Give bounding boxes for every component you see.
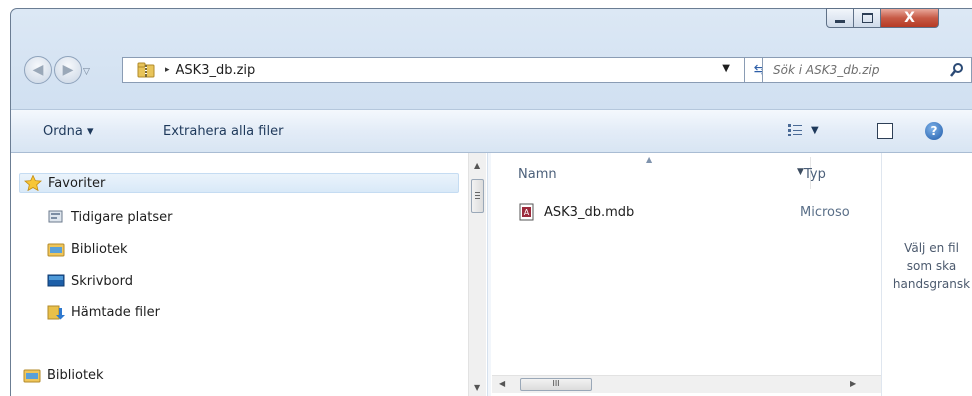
- nav-scroll-thumb[interactable]: [471, 179, 484, 213]
- nav-item-recent-places[interactable]: Tidigare platser: [47, 207, 172, 227]
- desktop-icon: [47, 274, 65, 287]
- navigation-pane: Favoriter Tidigare platser Bibliotek Skr…: [11, 153, 466, 396]
- forward-button[interactable]: ▶: [54, 56, 82, 84]
- address-path[interactable]: ASK3_db.zip: [176, 63, 256, 78]
- sort-ascending-icon: ▲: [646, 155, 653, 164]
- column-filter-dropdown-icon[interactable]: ▼: [797, 167, 804, 177]
- preview-pane: Välj en fil som ska handsgransk: [882, 153, 972, 396]
- caption-buttons: X: [826, 8, 939, 30]
- scroll-grip: III: [552, 379, 560, 388]
- recent-places-icon: [48, 210, 63, 223]
- nav-item-label: Skrivbord: [71, 273, 134, 289]
- scroll-right-icon[interactable]: ▶: [850, 379, 856, 388]
- view-dropdown-icon: ▼: [811, 124, 819, 136]
- maximize-button[interactable]: [854, 8, 881, 28]
- search-icon[interactable]: [949, 62, 965, 78]
- hscroll-thumb[interactable]: III: [520, 378, 592, 391]
- search-box[interactable]: [762, 57, 972, 83]
- nav-favorites[interactable]: Favoriter: [19, 173, 459, 193]
- preview-line-3: handsgransk: [892, 277, 971, 291]
- explorer-window: X ◀ ▶ ▽ ▸ ASK3_db.zip ▼ ⇆ Ordna ▾ Extrah…: [0, 0, 972, 396]
- star-icon: [24, 175, 42, 191]
- file-type: Microso: [800, 205, 850, 220]
- close-icon: X: [904, 10, 915, 26]
- maximize-icon: [861, 13, 873, 23]
- address-bar[interactable]: ▸ ASK3_db.zip ▼: [122, 57, 745, 83]
- preview-line-1: Välj en fil: [904, 241, 959, 255]
- forward-arrow-icon: ▶: [62, 62, 74, 78]
- preview-line-2: som ska: [906, 259, 957, 273]
- nav-item-label: Tidigare platser: [71, 209, 173, 225]
- downloads-icon: [47, 305, 65, 320]
- svg-text:A: A: [524, 208, 530, 217]
- nav-scrollbar[interactable]: ▲ ▼: [468, 153, 486, 396]
- file-name: ASK3_db.mdb: [544, 204, 635, 220]
- back-button[interactable]: ◀: [24, 56, 52, 84]
- scroll-up-icon[interactable]: ▲: [474, 161, 480, 170]
- recent-pages-dropdown-icon[interactable]: ▽: [83, 67, 90, 77]
- nav-item-libraries[interactable]: Bibliotek: [47, 239, 128, 259]
- nav-libraries-root[interactable]: Bibliotek: [23, 365, 104, 385]
- view-options-button[interactable]: ▼: [787, 123, 819, 137]
- library-icon: [47, 243, 65, 257]
- nav-item-downloads[interactable]: Hämtade filer: [47, 302, 160, 322]
- zip-folder-icon: [137, 62, 155, 78]
- command-bar: Ordna ▾ Extrahera alla filer ▼ ?: [11, 109, 972, 153]
- library-icon: [23, 369, 41, 383]
- view-details-icon: [788, 124, 802, 136]
- scroll-left-icon[interactable]: ◀: [499, 379, 505, 388]
- file-row[interactable]: A ASK3_db.mdb: [518, 203, 634, 221]
- column-header-type[interactable]: Typ: [804, 167, 826, 205]
- file-list: Namn ▲ ▼ Typ A ASK3_db.mdb Microso: [492, 153, 881, 396]
- breadcrumb-separator-icon[interactable]: ▸: [165, 65, 170, 75]
- nav-item-desktop[interactable]: Skrivbord: [47, 271, 133, 291]
- extract-all-button[interactable]: Extrahera alla filer: [163, 124, 283, 139]
- help-button[interactable]: ?: [925, 122, 943, 140]
- search-input[interactable]: [771, 62, 935, 78]
- content-area: Favoriter Tidigare platser Bibliotek Skr…: [11, 153, 972, 396]
- scroll-down-icon[interactable]: ▼: [474, 383, 480, 392]
- nav-favorites-label: Favoriter: [48, 175, 106, 191]
- minimize-icon: [835, 20, 845, 23]
- access-database-icon: A: [519, 203, 534, 221]
- back-arrow-icon: ◀: [32, 62, 44, 78]
- nav-libraries-label: Bibliotek: [47, 367, 104, 383]
- column-header-name[interactable]: Namn: [518, 167, 557, 205]
- address-dropdown-icon[interactable]: ▼: [722, 63, 730, 74]
- preview-pane-button[interactable]: [877, 123, 893, 139]
- preview-message: Välj en fil som ska handsgransk: [882, 239, 972, 293]
- help-icon: ?: [930, 124, 938, 138]
- nav-item-label: Bibliotek: [71, 241, 128, 257]
- file-list-hscrollbar[interactable]: ◀ III ▶: [492, 375, 881, 393]
- close-button[interactable]: X: [881, 8, 939, 28]
- organize-button[interactable]: Ordna ▾: [43, 124, 93, 139]
- minimize-button[interactable]: [826, 8, 854, 28]
- pane-splitter[interactable]: [487, 153, 491, 396]
- nav-item-label: Hämtade filer: [71, 304, 160, 320]
